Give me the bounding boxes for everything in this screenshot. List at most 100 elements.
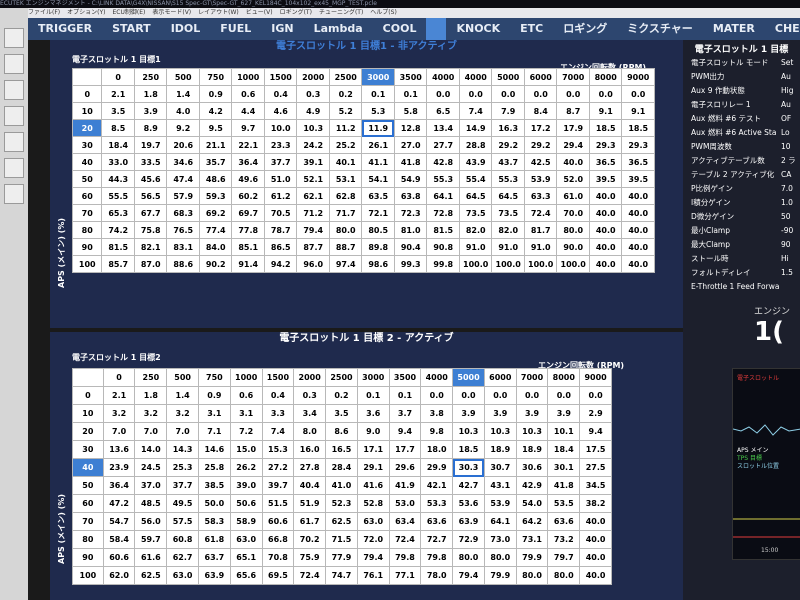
map-cell[interactable]: 88.7 xyxy=(328,238,363,256)
map-cell[interactable]: 0.0 xyxy=(588,85,623,103)
tab-cool[interactable]: COOL xyxy=(373,18,427,40)
map-cell[interactable]: 10.3 xyxy=(296,119,330,137)
menu-item[interactable]: ヘルプ(S) xyxy=(370,9,397,16)
rpm-header-cell[interactable]: 1500 xyxy=(263,68,298,86)
map-cell[interactable]: 85.7 xyxy=(101,255,135,273)
map-cell[interactable]: 27.7 xyxy=(426,136,460,154)
parameter-row[interactable]: PWM出力 Au xyxy=(691,70,800,84)
map-cell[interactable]: 17.2 xyxy=(523,119,558,137)
map-cell[interactable]: 53.9 xyxy=(523,170,558,188)
tab-knock[interactable]: KNOCK xyxy=(446,18,510,40)
map-cell[interactable]: 3.5 xyxy=(325,404,358,423)
map-cell[interactable]: 7.1 xyxy=(198,422,231,441)
rpm-header-cell[interactable]: 4000 xyxy=(426,68,460,86)
map-cell[interactable]: 70.2 xyxy=(293,530,327,549)
map-cell[interactable]: 6.5 xyxy=(426,102,460,120)
map-cell[interactable]: 73.1 xyxy=(515,530,549,549)
map-cell[interactable]: 94.2 xyxy=(263,255,298,273)
map-cell[interactable]: 10.3 xyxy=(483,422,517,441)
map-cell[interactable]: 40.0 xyxy=(621,221,655,239)
map-cell[interactable]: 10.1 xyxy=(547,422,581,441)
map-cell[interactable]: 7.9 xyxy=(491,102,525,120)
map-cell[interactable]: 87.7 xyxy=(296,238,330,256)
rpm-header-cell[interactable]: 6000 xyxy=(483,368,517,387)
map-cell[interactable]: 44.3 xyxy=(101,170,135,188)
map-cell[interactable]: 13.4 xyxy=(426,119,460,137)
toolbar-button-4[interactable] xyxy=(4,106,24,126)
map-cell[interactable]: 24.2 xyxy=(296,136,330,154)
map-cell[interactable]: 51.5 xyxy=(261,494,295,513)
map-cell[interactable]: 96.0 xyxy=(296,255,330,273)
map-cell[interactable]: 29.9 xyxy=(420,458,454,477)
map-cell[interactable]: 79.7 xyxy=(547,548,581,567)
aps-header-cell[interactable]: 0 xyxy=(71,85,103,103)
map-cell[interactable]: 63.6 xyxy=(420,512,454,531)
map-cell[interactable]: 0.9 xyxy=(198,386,231,405)
map-cell[interactable]: 17.9 xyxy=(556,119,590,137)
map-cell[interactable]: 63.0 xyxy=(229,530,263,549)
aps-header-cell[interactable]: 90 xyxy=(72,548,104,567)
map-cell[interactable]: 58.4 xyxy=(102,530,136,549)
map-cell[interactable]: 90.4 xyxy=(393,238,428,256)
map-cell[interactable]: 98.6 xyxy=(361,255,395,273)
map-cell[interactable]: 89.8 xyxy=(361,238,395,256)
map-cell[interactable]: 60.8 xyxy=(166,530,199,549)
map-cell[interactable]: 9.8 xyxy=(420,422,454,441)
parameter-row[interactable]: Aux 9 作動状態 Hig xyxy=(691,84,800,98)
map-cell[interactable]: 42.1 xyxy=(420,476,454,495)
map-cell[interactable]: 49.5 xyxy=(166,494,199,513)
map-cell[interactable]: 69.7 xyxy=(231,204,265,222)
parameter-row[interactable]: E-Throttle 1 Feed Forwa xyxy=(691,280,800,294)
map-cell[interactable]: 61.2 xyxy=(263,187,298,205)
map-cell[interactable]: 50.0 xyxy=(198,494,231,513)
map-cell[interactable]: 73.0 xyxy=(483,530,517,549)
map-cell[interactable]: 87.0 xyxy=(133,255,168,273)
map-cell[interactable]: 71.7 xyxy=(328,204,363,222)
map-cell[interactable]: 39.5 xyxy=(588,170,623,188)
parameter-value[interactable]: 10 xyxy=(781,140,800,154)
toolbar-button-6[interactable] xyxy=(4,158,24,178)
tab-ロギング[interactable]: ロギング xyxy=(553,18,617,40)
map-cell[interactable]: 79.9 xyxy=(515,548,549,567)
map-cell[interactable]: 63.7 xyxy=(198,548,231,567)
parameter-value[interactable]: 90 xyxy=(781,238,800,252)
map-cell[interactable]: 80.0 xyxy=(328,221,363,239)
rpm-header-cell[interactable]: 3500 xyxy=(388,368,422,387)
map-cell[interactable]: 42.7 xyxy=(452,476,485,495)
parameter-value[interactable]: Au xyxy=(781,70,800,84)
map-cell[interactable]: 0.0 xyxy=(420,386,454,405)
map-cell[interactable]: 9.0 xyxy=(356,422,390,441)
map-cell[interactable]: 97.4 xyxy=(328,255,363,273)
rpm-header-cell[interactable]: 5000 xyxy=(491,68,525,86)
map-cell[interactable]: 36.5 xyxy=(588,153,623,171)
map-cell[interactable]: 13.6 xyxy=(102,440,136,459)
map-cell[interactable]: 9.1 xyxy=(588,102,623,120)
map-cell[interactable]: 42.5 xyxy=(523,153,558,171)
map-cell[interactable]: 63.0 xyxy=(356,512,390,531)
map-cell[interactable]: 36.4 xyxy=(102,476,136,495)
map-cell[interactable]: 72.1 xyxy=(361,204,395,222)
map-cell[interactable]: 83.1 xyxy=(166,238,200,256)
parameter-row[interactable]: 電子スロリレー 1 Au xyxy=(691,98,800,112)
map-cell[interactable]: 11.2 xyxy=(328,119,363,137)
map-cell[interactable]: 0.1 xyxy=(393,85,428,103)
map-cell[interactable]: 91.0 xyxy=(458,238,493,256)
map-cell[interactable]: 29.2 xyxy=(523,136,558,154)
menu-item[interactable]: チューニング(T) xyxy=(319,9,363,16)
aps-header-cell[interactable]: 60 xyxy=(72,494,104,513)
tab-ign[interactable]: IGN xyxy=(261,18,303,40)
map-cell[interactable]: 30.6 xyxy=(515,458,549,477)
tab-start[interactable]: START xyxy=(102,18,161,40)
map-cell[interactable]: 55.3 xyxy=(426,170,460,188)
map-cell[interactable]: 72.8 xyxy=(426,204,460,222)
map-cell[interactable]: 77.4 xyxy=(198,221,233,239)
map-cell[interactable]: 0.9 xyxy=(198,85,233,103)
parameter-row[interactable]: I積分ゲイン 1.0 xyxy=(691,196,800,210)
rpm-header-cell[interactable]: 9000 xyxy=(579,368,612,387)
parameter-row[interactable]: テーブル 2 アクティブ化 CA xyxy=(691,168,800,182)
map-cell[interactable]: 25.8 xyxy=(198,458,231,477)
map-cell[interactable]: 63.6 xyxy=(547,512,581,531)
map-cell[interactable]: 0.0 xyxy=(547,386,581,405)
map-cell[interactable]: 100.0 xyxy=(556,255,590,273)
map-cell[interactable]: 18.5 xyxy=(452,440,485,459)
